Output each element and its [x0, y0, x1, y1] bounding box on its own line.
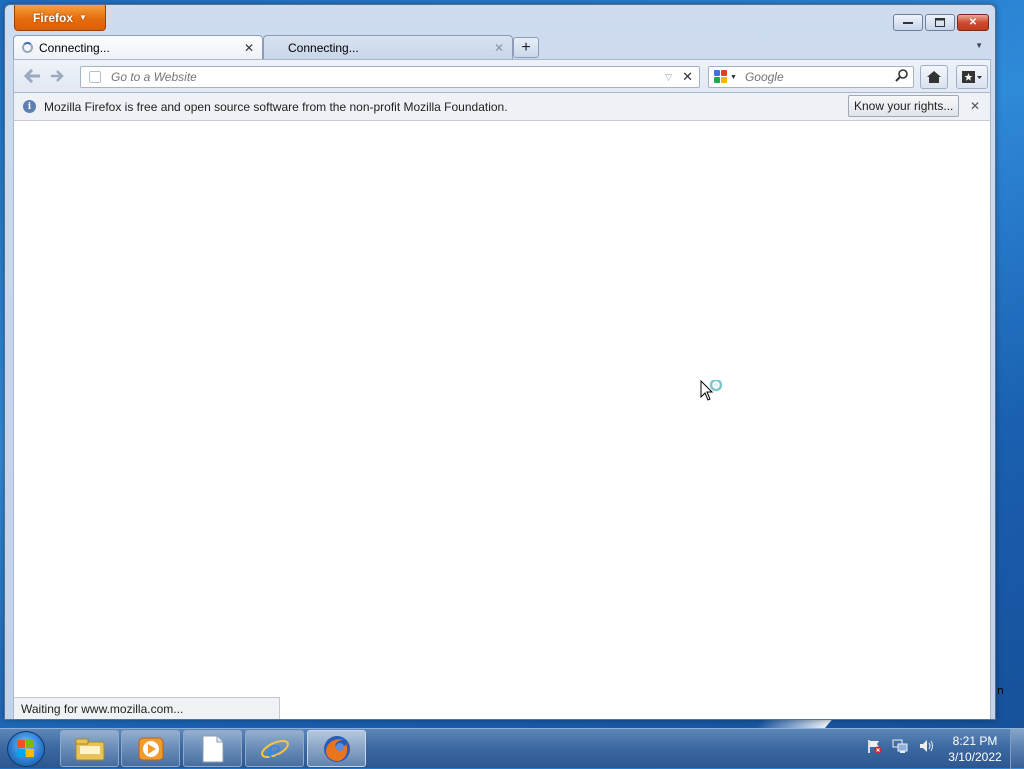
minimize-icon: [903, 21, 913, 24]
volume-icon[interactable]: [918, 738, 934, 757]
tab-connecting-1[interactable]: Connecting... ✕: [13, 35, 263, 59]
back-arrow-icon: [23, 68, 40, 84]
page-content-area[interactable]: Waiting for www.mozilla.com...: [13, 121, 991, 719]
maximize-button[interactable]: [925, 14, 955, 31]
home-icon: [927, 71, 941, 83]
document-icon: [202, 735, 223, 762]
firefox-menu-label: Firefox: [33, 10, 74, 25]
taskbar-windows-media-player[interactable]: [121, 730, 180, 767]
search-bar: ▼: [708, 66, 914, 88]
windows-logo-icon: [17, 740, 35, 758]
close-window-button[interactable]: ✕: [957, 14, 989, 31]
notification-text: Mozilla Firefox is free and open source …: [44, 99, 508, 114]
taskbar-windows-explorer[interactable]: [60, 730, 119, 767]
back-button[interactable]: [23, 68, 42, 87]
bookmarks-star-icon: [962, 71, 982, 83]
tab-connecting-2[interactable]: Connecting... ✕: [263, 35, 513, 59]
loading-spinner-icon: [22, 42, 33, 53]
window-controls: ✕: [893, 14, 989, 31]
search-input[interactable]: [742, 69, 895, 85]
start-button[interactable]: [7, 731, 45, 767]
close-tab-icon[interactable]: ✕: [494, 41, 504, 55]
search-go-icon[interactable]: [895, 69, 908, 85]
svg-text:e: e: [267, 736, 281, 763]
forward-button[interactable]: [50, 69, 64, 86]
google-icon[interactable]: [714, 70, 728, 84]
taskbar: e 8:21 PM 3/10/2022: [0, 728, 1024, 769]
firefox-icon: [323, 735, 350, 762]
clock-date: 3/10/2022: [948, 750, 1002, 764]
site-identity-icon[interactable]: [89, 71, 101, 83]
desktop-text-fragment: n: [997, 684, 1004, 697]
restore-icon: [935, 18, 945, 27]
history-dropdown-icon[interactable]: ▽: [665, 72, 672, 83]
url-input[interactable]: [109, 69, 666, 85]
firefox-menu-button[interactable]: Firefox ▼: [14, 5, 106, 31]
know-your-rights-button[interactable]: Know your rights...: [848, 95, 960, 117]
taskbar-blank-document[interactable]: [183, 730, 242, 767]
tab-label: Connecting...: [288, 40, 359, 55]
address-bar: ▽ ✕: [80, 66, 700, 88]
clock-time: 8:21 PM: [952, 734, 998, 748]
info-icon: i: [23, 100, 36, 113]
tab-label: Connecting...: [39, 40, 110, 55]
show-desktop-button[interactable]: [1010, 729, 1024, 769]
clock[interactable]: 8:21 PM 3/10/2022: [940, 733, 1010, 765]
magnifier-icon: [895, 69, 908, 82]
stop-loading-icon[interactable]: ✕: [682, 69, 693, 85]
status-panel: Waiting for www.mozilla.com...: [14, 697, 280, 719]
minimize-button[interactable]: [893, 14, 923, 31]
search-engine-dropdown-icon[interactable]: ▼: [730, 74, 737, 81]
taskbar-internet-explorer[interactable]: e: [245, 730, 304, 767]
navigation-toolbar: ▽ ✕ ▼: [13, 59, 991, 93]
home-button[interactable]: [920, 65, 948, 89]
notification-bar: i Mozilla Firefox is free and open sourc…: [13, 93, 991, 121]
dropdown-arrow-icon: ▼: [79, 13, 87, 22]
folder-icon: [75, 738, 104, 760]
tab-strip: Connecting... ✕ Connecting... ✕ + ▼: [13, 35, 989, 59]
media-player-icon: [138, 737, 163, 760]
close-icon: ✕: [968, 17, 978, 28]
bookmarks-button[interactable]: [956, 65, 988, 89]
close-notification-icon[interactable]: ✕: [970, 99, 980, 113]
taskbar-firefox[interactable]: [307, 730, 366, 767]
network-icon[interactable]: [892, 738, 908, 757]
system-tray: [866, 738, 934, 757]
busy-cursor-icon: [700, 380, 723, 401]
ie-icon: e: [260, 736, 289, 763]
new-tab-button[interactable]: +: [513, 37, 539, 58]
firefox-window: Firefox ▼ ✕ Connecting... ✕ Connecting..…: [4, 4, 996, 720]
list-all-tabs-icon[interactable]: ▼: [975, 41, 983, 50]
forward-arrow-icon: [51, 70, 64, 82]
action-center-flag-icon[interactable]: [866, 738, 882, 757]
close-tab-icon[interactable]: ✕: [244, 41, 254, 55]
